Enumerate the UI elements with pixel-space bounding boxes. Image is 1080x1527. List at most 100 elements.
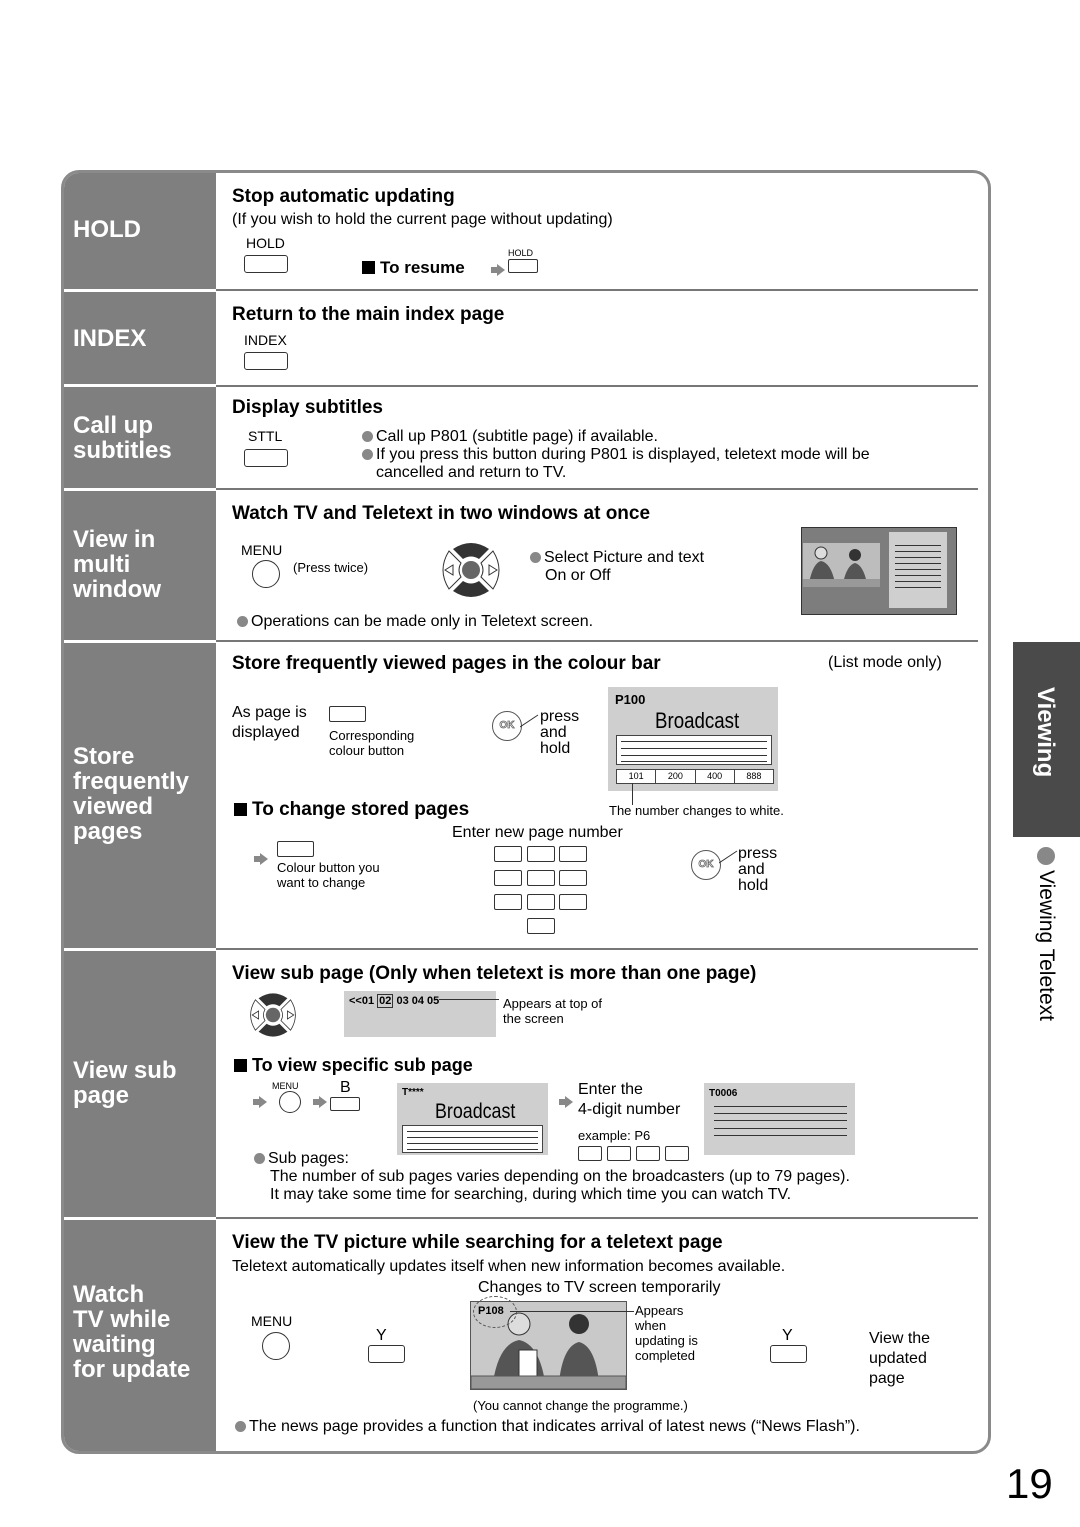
enter-new-page-note: Enter new page number: [452, 824, 623, 841]
menu-button[interactable]: [262, 1332, 290, 1360]
corresponding-line-1: Corresponding: [329, 728, 415, 743]
label-line: viewed: [73, 793, 154, 820]
page-number: 19: [1006, 1460, 1053, 1507]
callout-line: [439, 999, 499, 1000]
multi-window-footnote: Operations can be made only in Teletext …: [237, 613, 593, 631]
teletext-screen-t0006: T0006: [704, 1083, 855, 1155]
keypad-key[interactable]: [559, 846, 587, 862]
index-button-label: INDEX: [244, 332, 287, 348]
divider: [64, 384, 216, 387]
change-heading-text: To change stored pages: [252, 799, 470, 820]
b-button[interactable]: [330, 1097, 360, 1111]
resume-hold-button[interactable]: [508, 259, 538, 273]
press-hold-3: hold: [540, 740, 571, 757]
section-label-store-pages: Store frequently viewed pages: [64, 744, 216, 844]
as-page-line-1: As page is: [232, 704, 307, 721]
specific-heading-text: To view specific sub page: [252, 1055, 473, 1075]
divider: [64, 640, 216, 643]
screen-title: Broadcast: [435, 1100, 516, 1123]
menu-button[interactable]: [279, 1091, 301, 1113]
label-line: waiting: [73, 1331, 156, 1358]
text-line: [895, 545, 941, 546]
sttl-button[interactable]: [244, 449, 288, 467]
press-hold-3: hold: [738, 877, 769, 894]
digit-box[interactable]: [636, 1146, 660, 1161]
heading-main-index: Return to the main index page: [232, 304, 505, 325]
subtitle-bullet-2: If you press this button during P801 is …: [362, 446, 870, 464]
resume-hold-label: HOLD: [508, 248, 534, 258]
colour-bar-slot[interactable]: 101: [617, 770, 657, 783]
row-divider: [216, 1217, 978, 1219]
index-button[interactable]: [244, 352, 288, 370]
y-button-label: Y: [376, 1327, 387, 1344]
change-stored-heading: To change stored pages: [234, 799, 469, 821]
colour-bar-slot[interactable]: 200: [656, 770, 696, 783]
keypad-key[interactable]: [494, 870, 522, 886]
sub-pages-line-1: The number of sub pages varies depending…: [270, 1168, 850, 1185]
heading-store-pages: Store frequently viewed pages in the col…: [232, 653, 661, 674]
colour-button-line-1: Colour button you: [277, 860, 380, 875]
hold-button-label: HOLD: [246, 235, 285, 251]
text-line: [407, 1143, 538, 1144]
text-line: [714, 1128, 847, 1129]
digit-box[interactable]: [665, 1146, 689, 1161]
teletext-pane: [889, 532, 947, 608]
section-label-hold: HOLD: [64, 217, 216, 242]
text-line: [714, 1120, 847, 1121]
section-tab-viewing[interactable]: Viewing: [1013, 642, 1080, 837]
y-button-2[interactable]: [770, 1345, 807, 1363]
current-sub-page[interactable]: 02: [377, 994, 394, 1008]
colour-bar-slot[interactable]: 888: [735, 770, 773, 783]
navigation-pad-icon[interactable]: [431, 539, 511, 601]
keypad-key[interactable]: [494, 894, 522, 910]
keypad-key[interactable]: [527, 894, 555, 910]
example-note: example: P6: [578, 1128, 651, 1143]
digit-box[interactable]: [578, 1146, 602, 1161]
view-updated-line-3: page: [869, 1370, 905, 1387]
as-page-line-2: displayed: [232, 724, 300, 741]
ok-button[interactable]: OK: [691, 850, 721, 880]
colour-button-to-change[interactable]: [277, 841, 314, 857]
text-line: [895, 569, 941, 570]
appears-top-line-1: Appears at top of: [503, 996, 603, 1011]
section-bullet-icon: [1037, 847, 1055, 865]
ok-button[interactable]: OK: [492, 711, 522, 741]
label-line: page: [73, 1082, 130, 1109]
keypad-key[interactable]: [559, 894, 587, 910]
label-line: TV while: [73, 1306, 171, 1333]
heading-two-windows: Watch TV and Teletext in two windows at …: [232, 503, 651, 524]
menu-label: MENU: [241, 542, 283, 558]
resume-heading: To resume: [362, 258, 465, 278]
section-label-subtitles: Call up subtitles: [64, 413, 216, 463]
screen-text-block: [616, 735, 772, 765]
y-button-label-2: Y: [782, 1327, 793, 1344]
teletext-screen-search: T**** Broadcast: [397, 1083, 548, 1155]
colour-bar-slot[interactable]: 400: [696, 770, 735, 783]
text-line: [621, 761, 767, 762]
keypad-key[interactable]: [527, 918, 555, 934]
list-mode-note: (List mode only): [828, 654, 942, 671]
colour-button[interactable]: [329, 706, 366, 722]
corresponding-line-2: colour button: [329, 743, 405, 758]
keypad-key[interactable]: [559, 870, 587, 886]
y-button[interactable]: [368, 1345, 405, 1363]
row-divider: [216, 385, 978, 387]
text-line: [895, 551, 941, 552]
keypad-key[interactable]: [494, 846, 522, 862]
select-picture-text: Select Picture and text: [530, 549, 704, 567]
keypad-key[interactable]: [527, 870, 555, 886]
digit-box[interactable]: [607, 1146, 631, 1161]
navigation-pad-icon[interactable]: [241, 988, 305, 1042]
sub-pages-label: Sub pages:: [254, 1150, 349, 1168]
keypad-key[interactable]: [527, 846, 555, 862]
text-line: [621, 755, 767, 756]
cannot-change-note: (You cannot change the programme.): [473, 1398, 688, 1413]
menu-label: MENU: [272, 1081, 299, 1091]
hold-button[interactable]: [244, 255, 288, 273]
select-on-off: On or Off: [545, 567, 611, 584]
section-label-watch-tv: Watch TV while waiting for update: [64, 1282, 216, 1382]
teletext-screen-p100: P100 Broadcast 101 200 400 888: [608, 687, 778, 791]
callout-line: [632, 783, 633, 805]
text-line: [407, 1137, 538, 1138]
menu-button[interactable]: [252, 560, 280, 588]
